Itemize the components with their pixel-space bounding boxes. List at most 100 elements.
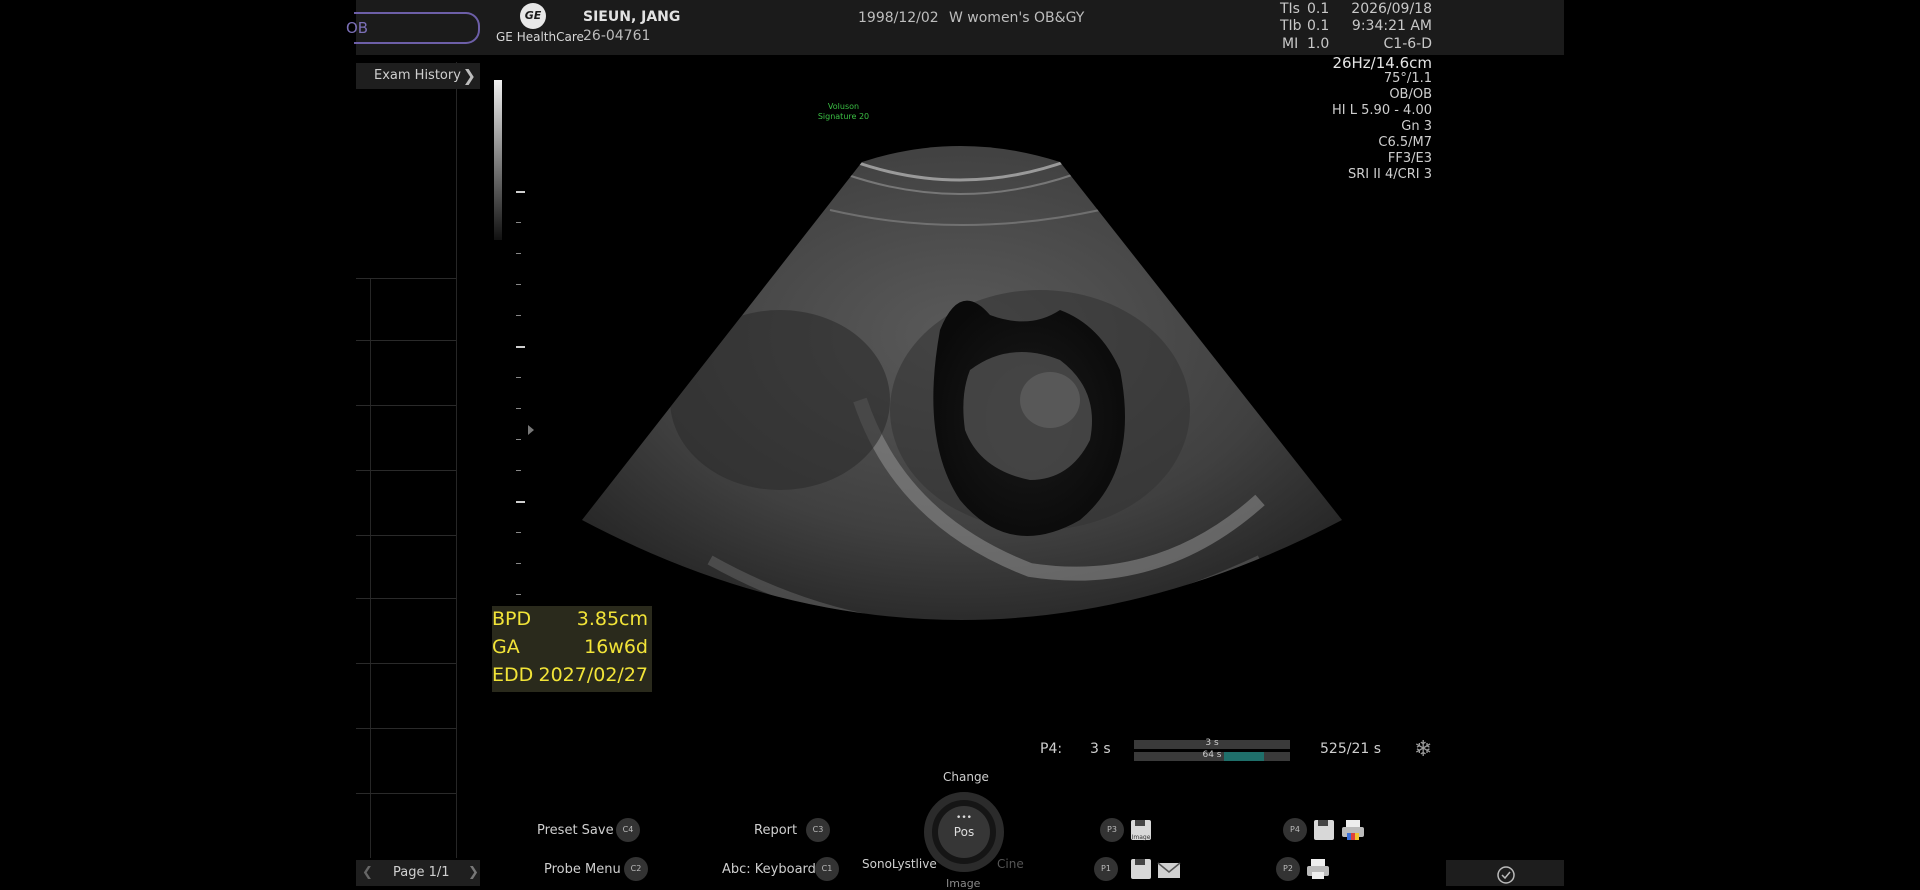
depth-tick bbox=[516, 315, 521, 316]
grid-divider bbox=[370, 278, 371, 858]
focus-marker-icon[interactable] bbox=[528, 425, 534, 435]
grayscale-bar bbox=[494, 80, 502, 240]
freeze-icon[interactable]: ❄ bbox=[1414, 737, 1432, 762]
frequency-param: HI L 5.90 - 4.00 bbox=[1332, 103, 1432, 118]
exam-history-label: Exam History bbox=[374, 68, 461, 83]
depth-tick bbox=[516, 222, 521, 223]
depth-tick bbox=[516, 439, 521, 440]
ga-value: 16w6d bbox=[584, 636, 648, 658]
depth-tick bbox=[516, 191, 525, 193]
cine-counter: 525/21 s bbox=[1320, 741, 1381, 757]
product-logo-line1: Voluson bbox=[827, 102, 860, 111]
depth-tick bbox=[516, 377, 521, 378]
page-label: Page 1/1 bbox=[393, 865, 450, 880]
cine-buffer-bar[interactable]: 3 s 64 s bbox=[1134, 738, 1290, 762]
color-print-icon[interactable] bbox=[1341, 819, 1364, 841]
cine-bottom-label: 64 s bbox=[1202, 750, 1222, 760]
patient-name: SIEUN, JANG bbox=[583, 9, 681, 25]
depth-tick bbox=[516, 594, 521, 595]
c3-key-badge[interactable]: C3 bbox=[806, 818, 830, 842]
depth-tick bbox=[516, 532, 521, 533]
bpd-value: 3.85cm bbox=[576, 608, 648, 630]
cine-top-label: 3 s bbox=[1205, 738, 1219, 748]
chevron-right-icon[interactable]: ❯ bbox=[468, 860, 479, 886]
exam-history-button[interactable]: Exam History ❯ bbox=[356, 63, 480, 89]
probe-name: C1-6-D bbox=[1383, 36, 1432, 52]
knob-top-label: Change bbox=[943, 770, 989, 784]
brand-label: GE HealthCare bbox=[496, 30, 584, 44]
product-logo-line2: Signature 20 bbox=[817, 112, 870, 121]
depth-tick bbox=[516, 501, 525, 503]
cine-preset-value: 3 s bbox=[1090, 741, 1111, 757]
sri-param: SRI II 4/CRI 3 bbox=[1347, 167, 1432, 182]
print-icon[interactable] bbox=[1306, 858, 1329, 880]
depth-tick bbox=[516, 284, 521, 285]
angle-param: 75°/1.1 bbox=[1383, 71, 1432, 86]
confirm-button[interactable] bbox=[1446, 860, 1564, 886]
bpd-label: BPD bbox=[492, 608, 532, 630]
exam-time: 9:34:21 AM bbox=[1351, 18, 1432, 34]
grid-line bbox=[356, 535, 456, 536]
map-param: C6.5/M7 bbox=[1378, 135, 1432, 150]
report-label[interactable]: Report bbox=[754, 823, 797, 838]
keyboard-label[interactable]: Abc: Keyboard bbox=[722, 862, 816, 877]
measurement-box[interactable]: BPD 3.85cm GA 16w6d EDD 2027/02/27 bbox=[492, 606, 652, 692]
imaging-parameters: 26Hz/14.6cm 75°/1.1 OB/OB HI L 5.90 - 4.… bbox=[1300, 55, 1432, 183]
p3-key-badge[interactable]: P3 bbox=[1100, 818, 1124, 842]
exam-type-label: OB bbox=[346, 19, 369, 37]
c4-key-badge[interactable]: C4 bbox=[616, 818, 640, 842]
edd-value: 2027/02/27 bbox=[538, 664, 648, 686]
cine-label: Cine bbox=[997, 857, 1024, 871]
grid-line bbox=[356, 340, 456, 341]
patient-dob: 1998/12/02 bbox=[858, 10, 939, 26]
pos-knob-center[interactable]: ••• Pos bbox=[938, 806, 990, 858]
ga-label: GA bbox=[492, 636, 520, 658]
check-circle-icon bbox=[1497, 866, 1515, 884]
depth-tick bbox=[516, 253, 521, 254]
depth-tick bbox=[516, 346, 525, 348]
p4-key-badge[interactable]: P4 bbox=[1283, 818, 1307, 842]
p1-key-badge[interactable]: P1 bbox=[1094, 857, 1118, 881]
tis-label: TIs bbox=[1280, 1, 1300, 17]
patient-id: 26-04761 bbox=[583, 28, 651, 44]
depth-tick bbox=[516, 408, 521, 409]
grid-line bbox=[356, 405, 456, 406]
depth-tick bbox=[516, 563, 521, 564]
grid-line bbox=[356, 278, 456, 279]
gain-param: Gn 3 bbox=[1401, 119, 1432, 134]
grid-line bbox=[356, 470, 456, 471]
tib-label: TIb bbox=[1280, 18, 1302, 34]
cine-preset-label: P4: bbox=[1040, 741, 1063, 757]
mi-label: MI bbox=[1282, 36, 1299, 52]
product-logo: Voluson Signature 20 bbox=[815, 102, 872, 122]
grid-line bbox=[356, 793, 456, 794]
ultrasound-image[interactable] bbox=[560, 140, 1360, 660]
save-image-icon[interactable] bbox=[1130, 858, 1152, 880]
panel-divider bbox=[456, 62, 457, 858]
exam-type-field[interactable]: OB bbox=[346, 12, 480, 44]
send-mail-icon[interactable] bbox=[1157, 860, 1181, 882]
c1-key-badge[interactable]: C1 bbox=[815, 857, 839, 881]
clinic-name: W women's OB&GY bbox=[949, 10, 1085, 26]
chevron-left-icon[interactable]: ❮ bbox=[362, 860, 373, 886]
page-navigator: ❮ Page 1/1 ❯ bbox=[356, 860, 480, 886]
thumbnail-panel bbox=[356, 62, 457, 852]
knob-center-label: Pos bbox=[953, 825, 975, 839]
preset-save-label[interactable]: Preset Save bbox=[537, 823, 614, 838]
probe-menu-label[interactable]: Probe Menu bbox=[544, 862, 621, 877]
exam-date: 2026/09/18 bbox=[1351, 1, 1432, 17]
p2-key-badge[interactable]: P2 bbox=[1276, 857, 1300, 881]
edd-label: EDD bbox=[492, 664, 534, 686]
c2-key-badge[interactable]: C2 bbox=[624, 857, 648, 881]
knob-bottom-label: Image bbox=[946, 877, 981, 890]
grid-line bbox=[356, 598, 456, 599]
knob-dots-icon: ••• bbox=[956, 813, 972, 823]
filter-param: FF3/E3 bbox=[1387, 151, 1432, 166]
preset-param: OB/OB bbox=[1389, 87, 1432, 102]
save-icon-label: Image bbox=[1131, 834, 1151, 841]
save-image-icon[interactable]: Image bbox=[1130, 819, 1152, 841]
save-icon[interactable] bbox=[1313, 819, 1335, 841]
depth-tick bbox=[516, 470, 521, 471]
chevron-right-icon: ❯ bbox=[462, 66, 476, 85]
frame-rate-depth: 26Hz/14.6cm bbox=[1332, 54, 1432, 72]
